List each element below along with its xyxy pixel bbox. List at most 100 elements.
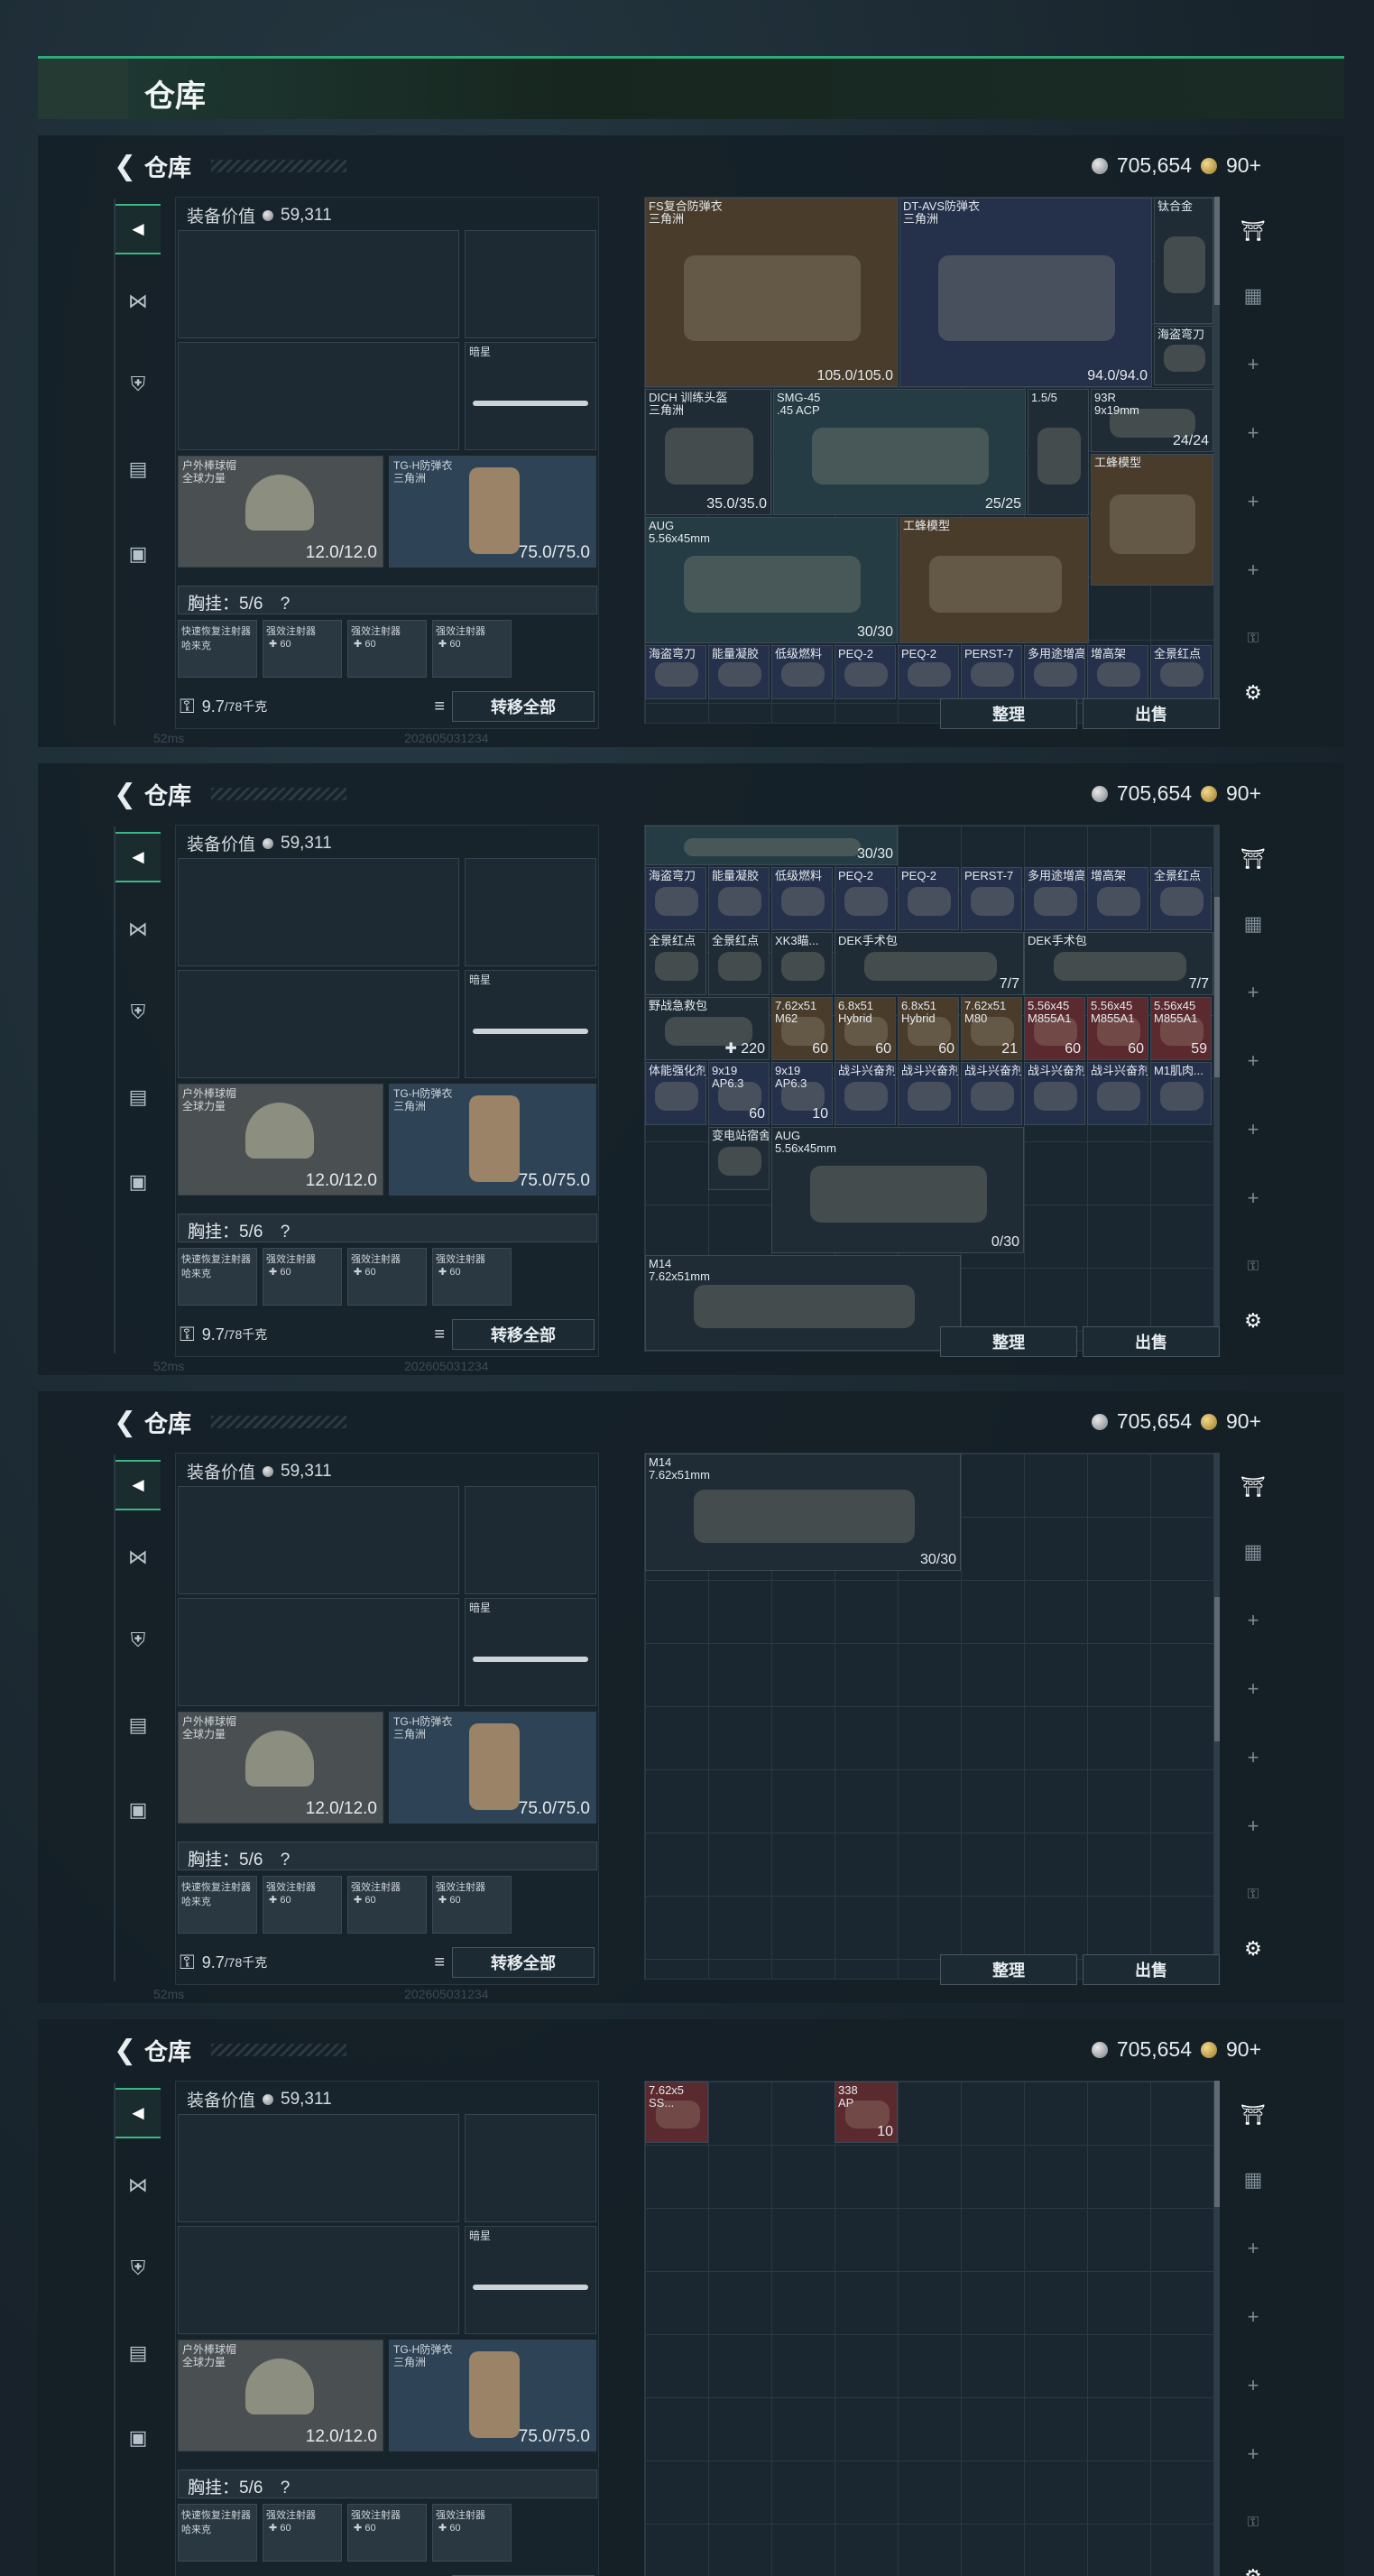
- stash-item[interactable]: 30/30: [645, 826, 898, 865]
- back-icon[interactable]: ❮: [114, 1407, 136, 1438]
- sidearm-slot[interactable]: [465, 230, 596, 338]
- chest-rig-help[interactable]: ?: [281, 595, 290, 614]
- add-tab-icon[interactable]: +: [1231, 1112, 1276, 1148]
- back-icon[interactable]: ❮: [114, 779, 136, 810]
- stash-item[interactable]: 海盗弯刀: [1154, 326, 1213, 385]
- stash-item[interactable]: 战斗兴奋剂: [1087, 1062, 1148, 1125]
- stash-item[interactable]: 6.8x51 Hybrid 60: [898, 997, 959, 1060]
- stash-scrollbar[interactable]: [1214, 197, 1220, 724]
- sort-button[interactable]: 整理: [940, 1954, 1077, 1985]
- stash-item[interactable]: 9x19 AP6.3 60: [708, 1062, 770, 1125]
- sidearm-slot[interactable]: [465, 858, 596, 966]
- gear-icon[interactable]: ⚙: [1231, 1303, 1276, 1339]
- secondary-weapon-slot[interactable]: [178, 2226, 459, 2334]
- add-tab-icon[interactable]: +: [1231, 1602, 1276, 1639]
- sell-button[interactable]: 出售: [1083, 1954, 1220, 1985]
- stash-item[interactable]: DEK手术包 7/7: [1024, 932, 1213, 995]
- mini-slot-3[interactable]: 强效注射器 ✚ 60: [347, 2504, 427, 2562]
- secondary-weapon-slot[interactable]: [178, 342, 459, 450]
- stash-item[interactable]: 全景红点: [645, 932, 706, 995]
- transfer-all-button[interactable]: 转移全部: [452, 1947, 595, 1978]
- primary-weapon-slot[interactable]: [178, 858, 459, 966]
- secondary-weapon-slot[interactable]: [178, 1598, 459, 1706]
- stash-item[interactable]: DICH 训练头盔 三角洲 35.0/35.0: [645, 389, 771, 515]
- container-tab-icon[interactable]: ▦: [1231, 1534, 1276, 1570]
- mini-slot-4[interactable]: 强效注射器 ✚ 60: [432, 1248, 512, 1306]
- add-tab-icon[interactable]: +: [1231, 552, 1276, 588]
- back-icon[interactable]: ❮: [114, 151, 136, 182]
- stash-item[interactable]: 战斗兴奋剂: [1024, 1062, 1085, 1125]
- mini-slot-3[interactable]: 强效注射器 ✚ 60: [347, 620, 427, 678]
- stash-item[interactable]: SMG-45 .45 ACP 25/25: [773, 389, 1026, 515]
- stash-item[interactable]: M14 7.62x51mm 30/30: [645, 1454, 961, 1571]
- sort-button[interactable]: 整理: [940, 1326, 1077, 1357]
- stash-item[interactable]: M14 7.62x51mm: [645, 1255, 961, 1351]
- sell-button[interactable]: 出售: [1083, 1326, 1220, 1357]
- clipboard-icon[interactable]: ▤: [115, 1700, 161, 1750]
- warehouse-tab-icon[interactable]: ⛩: [1231, 841, 1276, 877]
- add-tab-icon[interactable]: +: [1231, 1740, 1276, 1776]
- pistol-icon[interactable]: ◄: [115, 2088, 161, 2138]
- sidearm-slot[interactable]: [465, 2114, 596, 2222]
- lock-icon[interactable]: ⚿: [180, 1323, 195, 1346]
- container-tab-icon[interactable]: ▦: [1231, 2162, 1276, 2198]
- stash-item[interactable]: 能量凝胶: [708, 867, 770, 930]
- stash-item[interactable]: XK3瞄...: [771, 932, 833, 995]
- gold-amount[interactable]: 90+: [1226, 1409, 1261, 1434]
- melee-slot[interactable]: 暗星: [465, 2226, 596, 2334]
- helmet-slot[interactable]: 户外棒球帽 全球力量 12.0/12.0: [178, 456, 383, 568]
- mini-slot-1[interactable]: 快速恢复注射器 哈来克: [178, 1876, 257, 1934]
- add-tab-icon[interactable]: +: [1231, 2299, 1276, 2335]
- chest-rig-bar[interactable]: 胸挂：5/6 ?: [178, 1842, 597, 1870]
- add-tab-icon[interactable]: +: [1231, 415, 1276, 451]
- scroll-thumb[interactable]: [1214, 2081, 1220, 2207]
- melee-slot[interactable]: 暗星: [465, 342, 596, 450]
- chest-rig-help[interactable]: ?: [281, 1851, 290, 1870]
- case-icon[interactable]: ▣: [115, 529, 161, 579]
- mini-slot-1[interactable]: 快速恢复注射器 哈来克: [178, 1248, 257, 1306]
- sell-button[interactable]: 出售: [1083, 698, 1220, 729]
- warehouse-tab-icon[interactable]: ⛩: [1231, 1469, 1276, 1505]
- helmet-slot[interactable]: 户外棒球帽 全球力量 12.0/12.0: [178, 1084, 383, 1196]
- stash-item[interactable]: 工蜂模型: [1091, 454, 1213, 586]
- mini-slot-2[interactable]: 强效注射器 ✚ 60: [263, 620, 342, 678]
- stash-item[interactable]: PEQ-2: [835, 867, 896, 930]
- add-tab-icon[interactable]: +: [1231, 1671, 1276, 1707]
- stash-item[interactable]: 野战急救包 ✚ 220: [645, 997, 770, 1060]
- pistol-icon[interactable]: ◄: [115, 832, 161, 882]
- armor-slot[interactable]: TG-H防弹衣 三角洲 75.0/75.0: [389, 1712, 596, 1824]
- stash-item[interactable]: 战斗兴奋剂: [898, 1062, 959, 1125]
- stash-item[interactable]: 增高架: [1087, 867, 1148, 930]
- stash-item[interactable]: 海盗弯刀: [645, 645, 706, 699]
- stash-item[interactable]: 全景红点: [1150, 867, 1212, 930]
- helmet-slot[interactable]: 户外棒球帽 全球力量 12.0/12.0: [178, 1712, 383, 1824]
- case-icon[interactable]: ▣: [115, 1157, 161, 1207]
- stash-item[interactable]: 多用途增高: [1024, 867, 1085, 930]
- stash-item[interactable]: 战斗兴奋剂: [835, 1062, 896, 1125]
- case-icon[interactable]: ▣: [115, 2413, 161, 2463]
- stash-item[interactable]: 93R 9x19mm 24/24: [1091, 389, 1213, 452]
- list-icon[interactable]: ≡: [434, 697, 445, 717]
- stash-item[interactable]: PERST-7: [961, 645, 1022, 699]
- melee-slot[interactable]: 暗星: [465, 1598, 596, 1706]
- vest-icon[interactable]: ⋈: [115, 1532, 161, 1583]
- gold-amount[interactable]: 90+: [1226, 153, 1261, 178]
- container-tab-icon[interactable]: ▦: [1231, 278, 1276, 314]
- stash-item[interactable]: PEQ-2: [898, 645, 959, 699]
- clipboard-icon[interactable]: ▤: [115, 1072, 161, 1122]
- scroll-thumb[interactable]: [1214, 197, 1220, 305]
- pistol-icon[interactable]: ◄: [115, 1460, 161, 1510]
- secondary-weapon-slot[interactable]: [178, 970, 459, 1078]
- stash-item[interactable]: AUG 5.56x45mm 30/30: [645, 517, 898, 643]
- list-icon[interactable]: ≡: [434, 1953, 445, 1973]
- chest-rig-help[interactable]: ?: [281, 2479, 290, 2498]
- add-tab-icon[interactable]: +: [1231, 974, 1276, 1011]
- stash-item[interactable]: 338 AP 10: [835, 2082, 898, 2143]
- lock-icon[interactable]: ⚿: [180, 1951, 195, 1974]
- stash-item[interactable]: 7.62x51 M80 21: [961, 997, 1022, 1060]
- add-tab-icon[interactable]: +: [1231, 346, 1276, 383]
- warehouse-tab-icon[interactable]: ⛩: [1231, 2097, 1276, 2133]
- stash-item[interactable]: 战斗兴奋剂: [961, 1062, 1022, 1125]
- mini-slot-2[interactable]: 强效注射器 ✚ 60: [263, 1876, 342, 1934]
- stash-item[interactable]: 能量凝胶: [708, 645, 770, 699]
